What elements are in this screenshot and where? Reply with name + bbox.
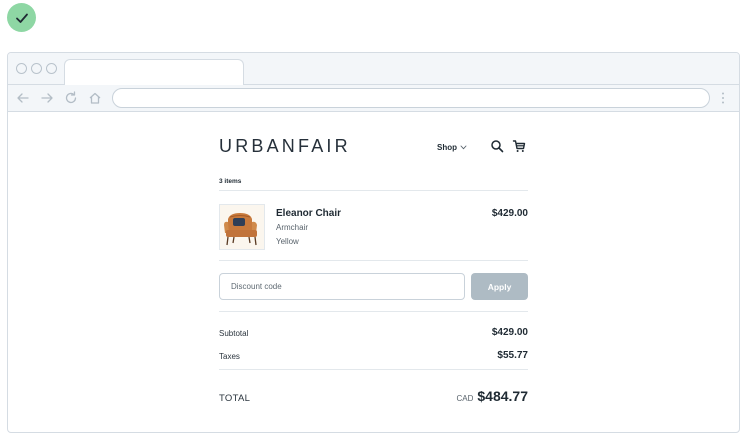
- tab-bar: [8, 53, 739, 86]
- total-value: $484.77: [477, 388, 528, 404]
- total-currency: CAD: [456, 394, 474, 403]
- window-close-control[interactable]: [16, 63, 27, 74]
- checkout-page: URBANFAIR Shop 3 items Eleanor Chair Arm…: [219, 112, 528, 404]
- cart-items-count: 3 items: [219, 178, 242, 185]
- discount-code-input[interactable]: [219, 273, 465, 300]
- address-bar[interactable]: [112, 88, 710, 108]
- total-amount: CAD $484.77: [457, 388, 529, 404]
- product-price: $429.00: [491, 208, 528, 219]
- browser-window: URBANFAIR Shop 3 items Eleanor Chair Arm…: [7, 52, 740, 433]
- taxes-value: $55.77: [497, 350, 528, 361]
- check-icon: [15, 13, 28, 23]
- home-icon[interactable]: [87, 90, 103, 106]
- product-type: Armchair: [276, 223, 309, 232]
- product-color: Yellow: [276, 237, 299, 246]
- apply-discount-button[interactable]: Apply: [471, 273, 528, 300]
- subtotal-label: Subtotal: [219, 329, 249, 338]
- cart-icon[interactable]: [512, 139, 526, 153]
- divider: [219, 369, 528, 370]
- success-badge: [7, 3, 36, 32]
- navigation-bar: [8, 85, 739, 112]
- browser-tab[interactable]: [64, 59, 244, 86]
- store-logo[interactable]: URBANFAIR: [219, 136, 351, 157]
- kebab-menu-icon[interactable]: [721, 91, 725, 105]
- divider: [219, 190, 528, 191]
- shop-menu-label: Shop: [437, 143, 457, 152]
- product-name[interactable]: Eleanor Chair: [276, 208, 341, 219]
- search-icon[interactable]: [490, 139, 504, 153]
- back-arrow-icon[interactable]: [15, 90, 31, 106]
- taxes-label: Taxes: [219, 352, 240, 361]
- divider: [219, 311, 528, 312]
- product-image[interactable]: [219, 204, 265, 250]
- chevron-down-icon: [460, 145, 467, 150]
- window-maximize-control[interactable]: [46, 63, 57, 74]
- forward-arrow-icon[interactable]: [39, 90, 55, 106]
- store-header: URBANFAIR Shop: [219, 112, 528, 166]
- total-label: TOTAL: [219, 393, 251, 404]
- subtotal-value: $429.00: [491, 327, 528, 338]
- reload-icon[interactable]: [63, 90, 79, 106]
- product-image-chair: [220, 205, 264, 249]
- window-minimize-control[interactable]: [31, 63, 42, 74]
- divider: [219, 260, 528, 261]
- shop-menu-button[interactable]: Shop: [437, 143, 467, 152]
